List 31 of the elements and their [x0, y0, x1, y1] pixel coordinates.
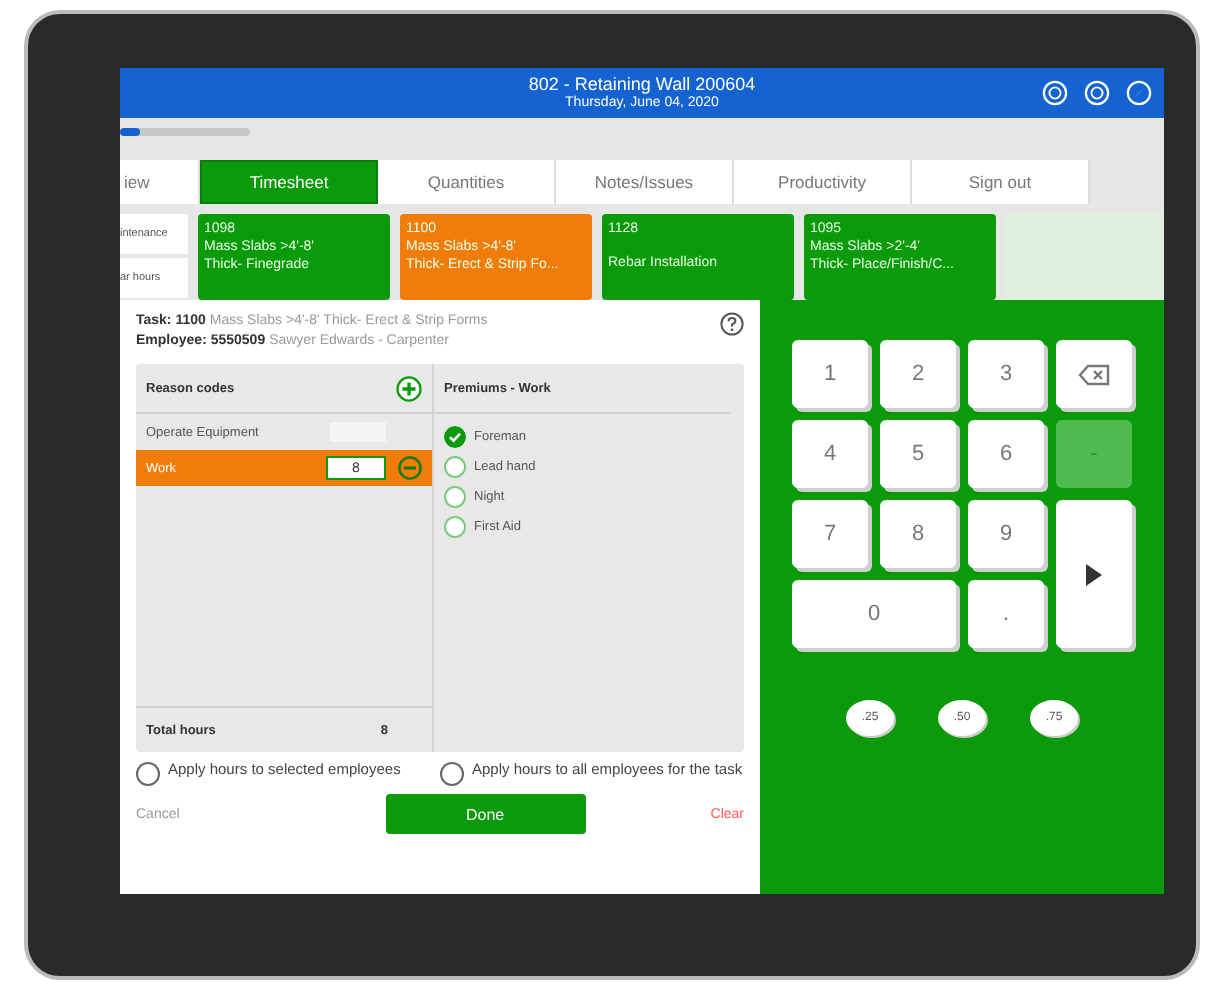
radio-button[interactable]	[444, 486, 466, 509]
key[interactable]: 0	[792, 580, 956, 648]
done-button[interactable]: Done	[385, 794, 586, 835]
radio-button[interactable]	[440, 762, 464, 787]
key[interactable]: .	[968, 580, 1044, 648]
key[interactable]: 5	[880, 420, 956, 488]
key[interactable]: 6	[968, 420, 1044, 488]
add-icon[interactable]	[396, 375, 422, 402]
tab[interactable]: Quantities	[378, 160, 556, 204]
key[interactable]: 8	[880, 500, 956, 568]
radio-button[interactable]	[444, 516, 466, 539]
key[interactable]: 3	[968, 340, 1044, 408]
radio-button[interactable]	[136, 762, 160, 787]
key[interactable]: 1	[792, 340, 868, 408]
help-icon[interactable]	[720, 312, 744, 336]
key[interactable]: 9	[968, 500, 1044, 568]
project-title: 802 - Retaining Wall 200604	[528, 75, 756, 95]
tab[interactable]: Notes/Issues	[556, 160, 734, 204]
tab[interactable]: Timesheet	[200, 160, 378, 204]
tab[interactable]: Productivity	[734, 160, 912, 204]
key[interactable]: 4	[792, 420, 868, 488]
backspace-icon	[1078, 363, 1110, 385]
key[interactable]: 7	[792, 500, 868, 568]
tab[interactable]: Sign out	[912, 160, 1090, 204]
play-icon	[1086, 563, 1102, 585]
key[interactable]: 2	[880, 340, 956, 408]
radio-button[interactable]	[444, 456, 466, 479]
tab[interactable]: iew	[120, 160, 200, 204]
remove-icon[interactable]	[398, 456, 422, 481]
radio-button[interactable]	[444, 426, 466, 449]
backspace-key[interactable]	[1056, 340, 1132, 408]
